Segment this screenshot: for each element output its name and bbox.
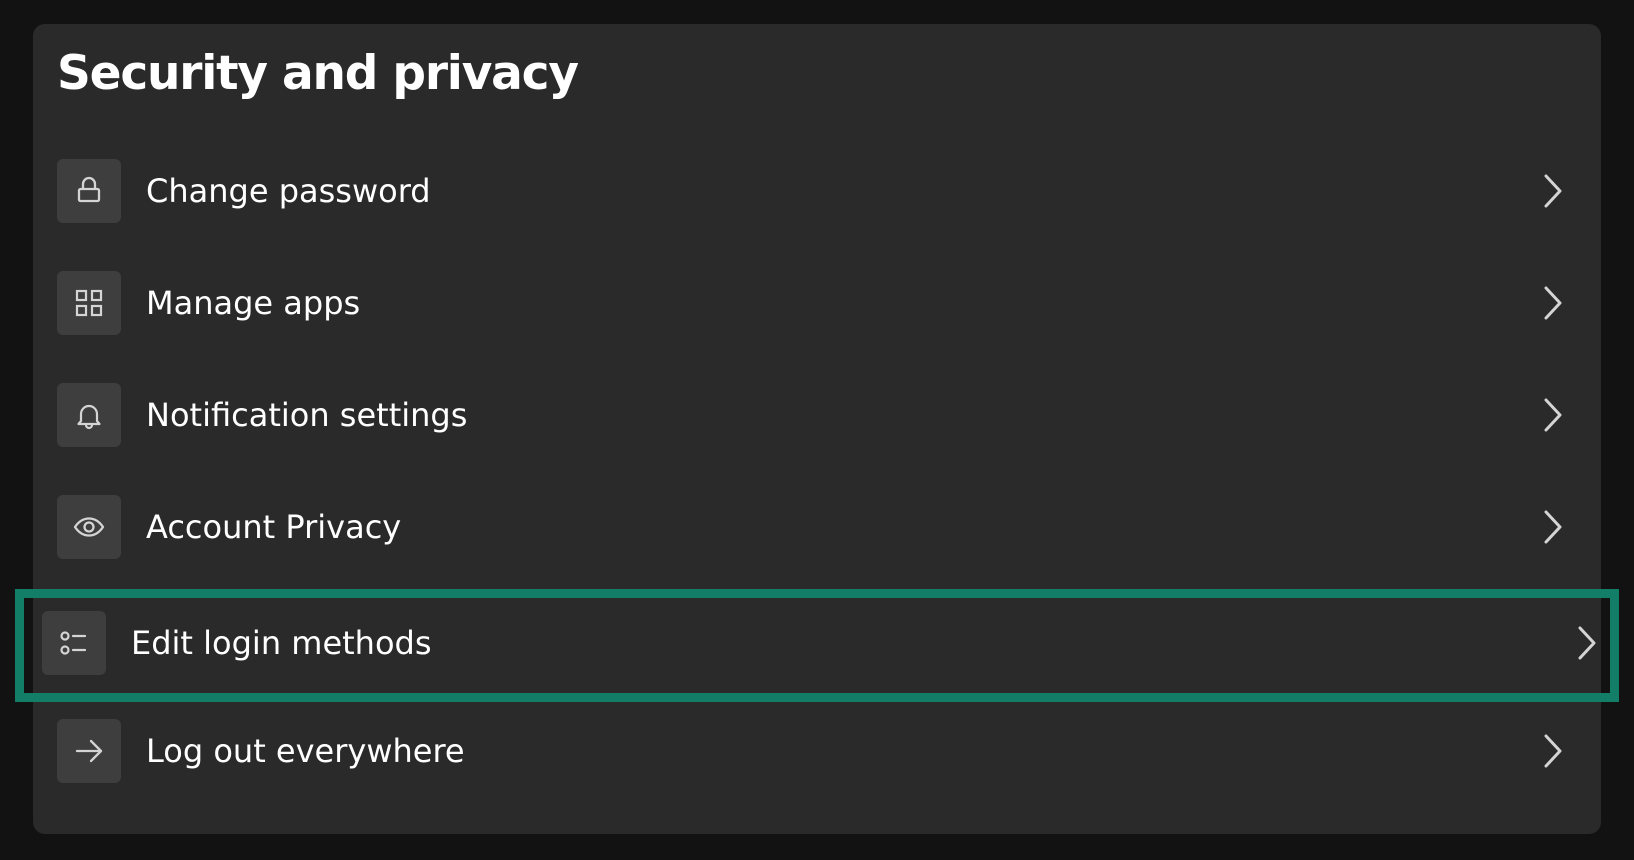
chevron-right-icon bbox=[1569, 625, 1603, 661]
menu-item-manage-apps[interactable]: Manage apps bbox=[57, 271, 1577, 335]
list-options-icon bbox=[42, 611, 106, 675]
log-out-everywhere-label: Log out everywhere bbox=[146, 732, 465, 770]
menu-item-notification-settings[interactable]: Notification settings bbox=[57, 383, 1577, 447]
grid-apps-icon bbox=[57, 271, 121, 335]
menu-item-change-password[interactable]: Change password bbox=[57, 159, 1577, 223]
bell-icon bbox=[57, 383, 121, 447]
edit-login-methods-label: Edit login methods bbox=[131, 624, 432, 662]
lock-icon bbox=[57, 159, 121, 223]
notification-settings-label: Notification settings bbox=[146, 396, 468, 434]
chevron-right-icon bbox=[1535, 733, 1569, 769]
page-title: Security and privacy bbox=[57, 46, 579, 101]
chevron-right-icon bbox=[1535, 285, 1569, 321]
menu-item-account-privacy[interactable]: Account Privacy bbox=[57, 495, 1577, 559]
chevron-right-icon bbox=[1535, 509, 1569, 545]
manage-apps-label: Manage apps bbox=[146, 284, 361, 322]
menu-item-log-out-everywhere[interactable]: Log out everywhere bbox=[57, 719, 1577, 783]
arrow-right-icon bbox=[57, 719, 121, 783]
menu-item-edit-login-methods[interactable]: Edit login methods bbox=[42, 611, 1625, 675]
security-privacy-panel: Security and privacy Change password Man… bbox=[33, 24, 1601, 834]
chevron-right-icon bbox=[1535, 397, 1569, 433]
chevron-right-icon bbox=[1535, 173, 1569, 209]
change-password-label: Change password bbox=[146, 172, 431, 210]
eye-icon bbox=[57, 495, 121, 559]
account-privacy-label: Account Privacy bbox=[146, 508, 402, 546]
